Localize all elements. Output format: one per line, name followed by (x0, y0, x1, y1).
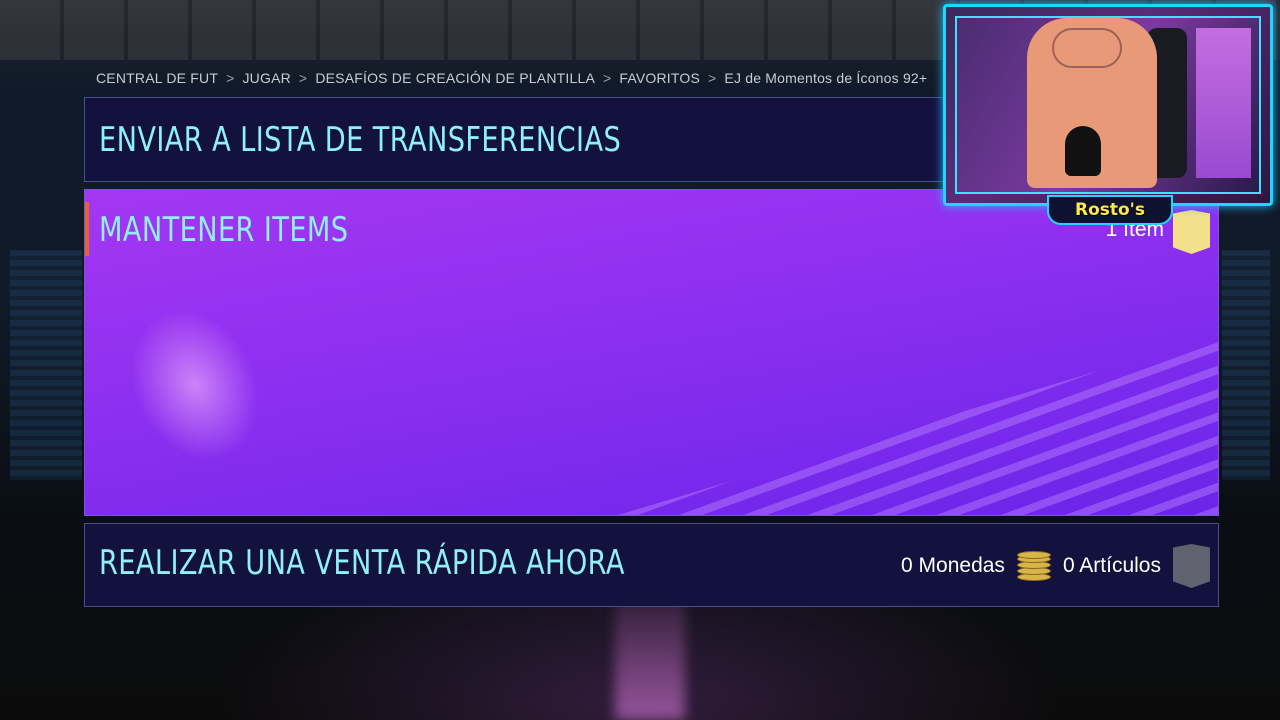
gold-card-icon (1173, 210, 1210, 254)
quick-sell-label: REALIZAR UNA VENTA RÁPIDA AHORA (99, 543, 625, 583)
webcam-overlay (943, 4, 1273, 206)
breadcrumb-separator: > (226, 70, 235, 86)
streamer-name-tag: Rosto's (1047, 195, 1173, 225)
breadcrumb-item-current: EJ de Momentos de Íconos 92+ (724, 70, 928, 86)
stadium-seats-left (10, 250, 82, 480)
coins-icon (1016, 551, 1051, 581)
send-to-transfer-list-label: ENVIAR A LISTA DE TRANSFERENCIAS (99, 120, 622, 160)
articles-value: 0 Artículos (1062, 554, 1161, 577)
quick-sell-stats: 0 Monedas 0 Artículos (901, 544, 1210, 588)
quick-sell-button[interactable]: REALIZAR UNA VENTA RÁPIDA AHORA 0 Moneda… (84, 523, 1219, 607)
keep-items-label: MANTENER ITEMS (99, 210, 349, 250)
webcam-shelf (1196, 28, 1251, 178)
sparkle-decoration (100, 280, 290, 490)
breadcrumb-separator: > (602, 70, 612, 86)
stadium-seats-right (1222, 250, 1270, 480)
keep-items-button[interactable]: MANTENER ITEMS 1 Ítem (84, 189, 1219, 516)
breadcrumb: CENTRAL DE FUT > JUGAR > DESAFÍOS DE CRE… (96, 69, 927, 87)
coins-value: 0 Monedas (901, 554, 1005, 577)
grey-card-icon (1173, 544, 1210, 588)
breadcrumb-separator: > (708, 70, 717, 86)
breadcrumb-item-favoritos[interactable]: FAVORITOS (619, 70, 700, 86)
microphone-icon (1065, 126, 1101, 176)
pitch-glow (615, 600, 685, 720)
breadcrumb-item-jugar[interactable]: JUGAR (242, 70, 290, 86)
breadcrumb-item-central[interactable]: CENTRAL DE FUT (96, 70, 218, 86)
breadcrumb-separator: > (298, 70, 308, 86)
selection-accent (85, 202, 89, 256)
breadcrumb-item-desafios[interactable]: DESAFÍOS DE CREACIÓN DE PLANTILLA (315, 70, 595, 86)
background-pattern (618, 335, 1218, 515)
webcam-shirt-print (1052, 28, 1122, 68)
webcam-feed (955, 16, 1261, 194)
